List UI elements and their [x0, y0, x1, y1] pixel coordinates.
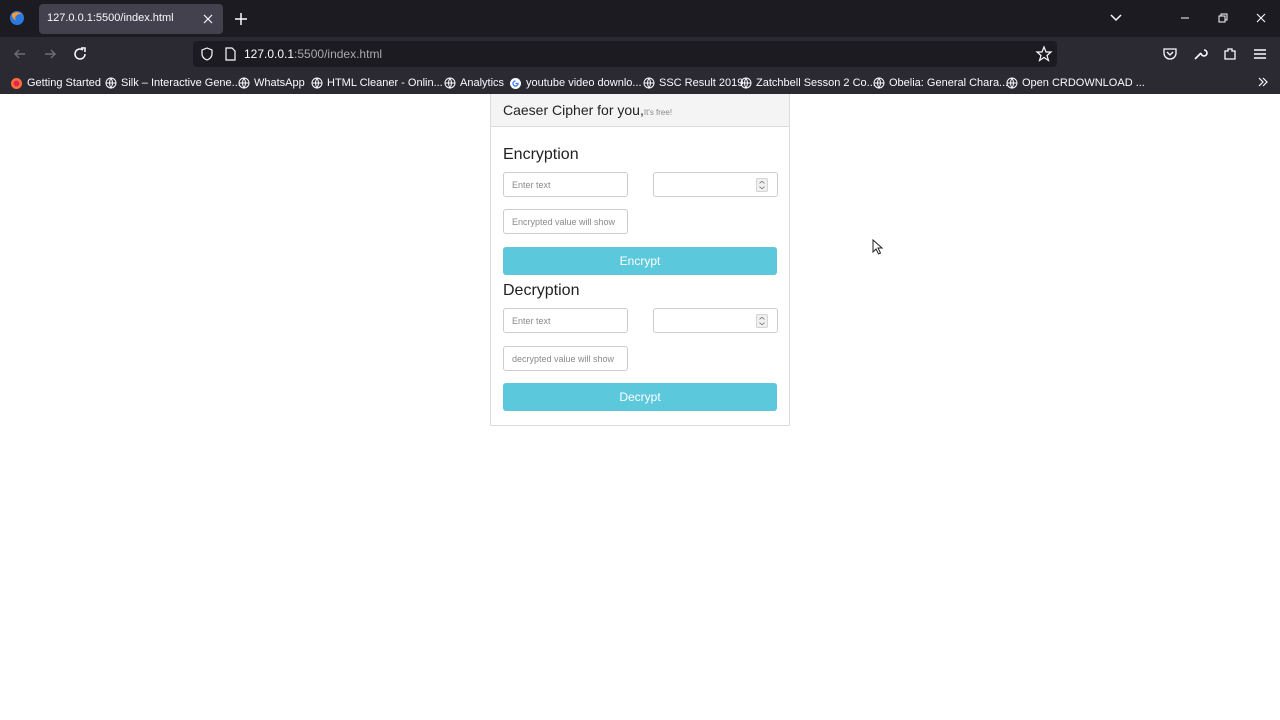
bookmark-item[interactable]: Open CRDOWNLOAD ... [1006, 75, 1145, 91]
spinner-icon[interactable] [756, 314, 768, 328]
url-path: :5500/index.html [294, 47, 383, 61]
firefox-icon [11, 77, 22, 89]
navigation-toolbar: 127.0.0.1:5500/index.html [0, 37, 1280, 71]
firefox-icon[interactable] [8, 9, 26, 27]
globe-icon [873, 77, 885, 89]
url-bar[interactable]: 127.0.0.1:5500/index.html [193, 41, 1057, 67]
extensions-icon[interactable] [1220, 44, 1240, 64]
encrypt-button[interactable]: Encrypt [503, 247, 777, 275]
globe-icon [311, 77, 323, 89]
url-text[interactable]: 127.0.0.1:5500/index.html [244, 47, 382, 61]
active-tab[interactable]: 127.0.0.1:5500/index.html [39, 4, 223, 34]
pocket-icon[interactable] [1160, 44, 1180, 64]
decryption-heading: Decryption [503, 282, 580, 299]
bookmarks-toolbar: Getting Started Silk – Interactive Gene.… [0, 71, 1280, 94]
card-header: Caeser Cipher for you,It's free! [491, 94, 789, 127]
globe-icon [1006, 77, 1018, 89]
encrypt-text-input[interactable] [503, 172, 628, 197]
spinner-icon[interactable] [756, 178, 768, 192]
bookmark-item[interactable]: youtube video downlo... [509, 75, 642, 91]
bookmark-item[interactable]: Zatchbell Sesson 2 Co... [740, 75, 876, 91]
encryption-heading: Encryption [503, 146, 579, 163]
globe-icon [740, 77, 752, 89]
new-tab-icon[interactable] [231, 9, 251, 29]
globe-icon [238, 77, 250, 89]
bookmark-label: Analytics [460, 77, 505, 89]
bookmark-label: Silk – Interactive Gene... [121, 77, 241, 89]
chevron-double-right-icon[interactable] [1256, 75, 1270, 89]
bookmark-label: youtube video downlo... [526, 77, 642, 89]
tab-strip: 127.0.0.1:5500/index.html [0, 0, 1280, 37]
decrypt-button[interactable]: Decrypt [503, 383, 777, 411]
restore-icon[interactable] [1213, 8, 1233, 28]
bookmark-item[interactable]: HTML Cleaner - Onlin... [311, 75, 443, 91]
bookmark-label: WhatsApp [254, 77, 305, 89]
globe-icon [643, 77, 655, 89]
bookmark-label: Obelia: General Chara... [889, 77, 1009, 89]
close-tab-icon[interactable] [199, 10, 217, 28]
bookmark-item[interactable]: Obelia: General Chara... [873, 75, 1008, 91]
forward-icon[interactable] [40, 44, 60, 64]
bookmark-label: Zatchbell Sesson 2 Co... [756, 77, 876, 89]
wrench-icon[interactable] [1190, 44, 1210, 64]
bookmark-label: HTML Cleaner - Onlin... [327, 77, 443, 89]
shield-icon[interactable] [199, 46, 215, 62]
bookmark-star-icon[interactable] [1035, 45, 1053, 63]
minimize-icon[interactable] [1175, 8, 1195, 28]
card-title: Caeser Cipher for you, [503, 102, 644, 118]
decrypt-text-input[interactable] [503, 308, 628, 333]
cipher-card: Caeser Cipher for you,It's free! Encrypt… [490, 94, 790, 426]
reload-icon[interactable] [70, 44, 90, 64]
list-all-tabs-icon[interactable] [1106, 8, 1126, 28]
decrypt-shift-input[interactable] [653, 308, 778, 333]
bookmark-item[interactable]: Silk – Interactive Gene... [105, 75, 241, 91]
mouse-cursor-icon [872, 239, 884, 255]
decrypted-output-field[interactable] [503, 346, 628, 371]
url-host: 127.0.0.1 [244, 47, 295, 61]
back-icon[interactable] [10, 44, 30, 64]
bookmark-item[interactable]: SSC Result 2019 [643, 75, 743, 91]
tab-title: 127.0.0.1:5500/index.html [47, 12, 174, 24]
globe-icon [444, 77, 456, 89]
bookmark-label: SSC Result 2019 [659, 77, 744, 89]
google-icon [510, 77, 521, 89]
encrypted-output-field[interactable] [503, 209, 628, 234]
encrypt-shift-input[interactable] [653, 172, 778, 197]
bookmark-item[interactable]: Getting Started [10, 75, 101, 91]
bookmark-item[interactable]: WhatsApp [238, 75, 305, 91]
card-subtitle: It's free! [643, 108, 673, 117]
bookmark-label: Getting Started [27, 77, 101, 89]
bookmark-label: Open CRDOWNLOAD ... [1022, 77, 1145, 89]
close-window-icon[interactable] [1251, 8, 1271, 28]
page-icon[interactable] [223, 46, 237, 62]
menu-icon[interactable] [1250, 44, 1270, 64]
bookmark-item[interactable]: Analytics [444, 75, 504, 91]
globe-icon [105, 77, 117, 89]
